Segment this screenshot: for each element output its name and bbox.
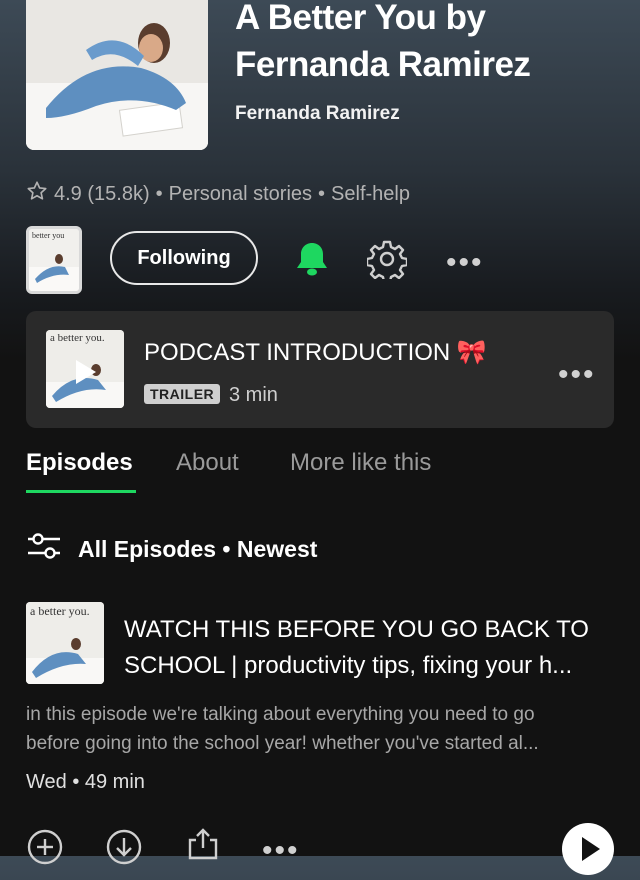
thumbnail-caption: better you [32,231,65,240]
download-icon[interactable] [105,828,143,871]
trailer-thumb-caption: a better you. [50,332,105,344]
more-icon[interactable]: ••• [446,248,484,278]
tab-episodes[interactable]: Episodes [26,449,133,477]
tab-about[interactable]: About [176,449,239,477]
trailer-title: PODCAST INTRODUCTION 🎀 [144,339,487,366]
episode-more-icon[interactable]: ••• [262,836,300,866]
tab-more-like-this[interactable]: More like this [290,449,431,477]
filter-label: All Episodes • Newest [78,535,318,562]
podcast-thumbnail[interactable]: better you [26,226,82,294]
add-icon[interactable] [26,828,64,871]
trailer-thumbnail: a better you. [46,330,124,408]
episode-date-duration: Wed • 49 min [26,771,145,793]
meta-separator: • [318,182,326,205]
trailer-duration: 3 min [229,384,278,406]
episode-title[interactable]: WATCH THIS BEFORE YOU GO BACK TO SCHOOL … [124,612,604,684]
podcast-meta: 4.9 (15.8k) • Personal stories • Self-he… [26,180,410,208]
following-button[interactable]: Following [110,231,258,285]
podcast-cover [26,0,208,150]
episode-thumbnail[interactable]: a better you. [26,602,104,684]
star-icon [26,180,48,208]
episode-filter[interactable]: All Episodes • Newest [26,531,317,567]
active-tab-indicator [26,490,136,493]
trailer-badge: TRAILER [144,384,221,404]
play-button[interactable] [562,823,614,875]
episode-thumb-caption: a better you. [30,604,90,618]
category-personal-stories[interactable]: Personal stories [169,183,312,206]
share-icon[interactable] [186,826,220,865]
podcast-author[interactable]: Fernanda Ramirez [235,103,400,125]
category-self-help[interactable]: Self-help [331,183,410,206]
bell-icon[interactable] [294,240,330,283]
episode-description: in this episode we're talking about ever… [26,704,539,754]
podcast-title: A Better You by Fernanda Ramirez [235,0,531,84]
rating-text[interactable]: 4.9 (15.8k) [54,183,150,206]
gear-icon[interactable] [365,239,409,284]
play-icon [582,837,600,861]
meta-separator: • [155,182,163,205]
trailer-card[interactable]: a better you. PODCAST INTRODUCTION 🎀 TRA… [26,311,614,428]
trailer-more-icon[interactable]: ••• [558,360,596,390]
filter-icon [26,531,62,567]
